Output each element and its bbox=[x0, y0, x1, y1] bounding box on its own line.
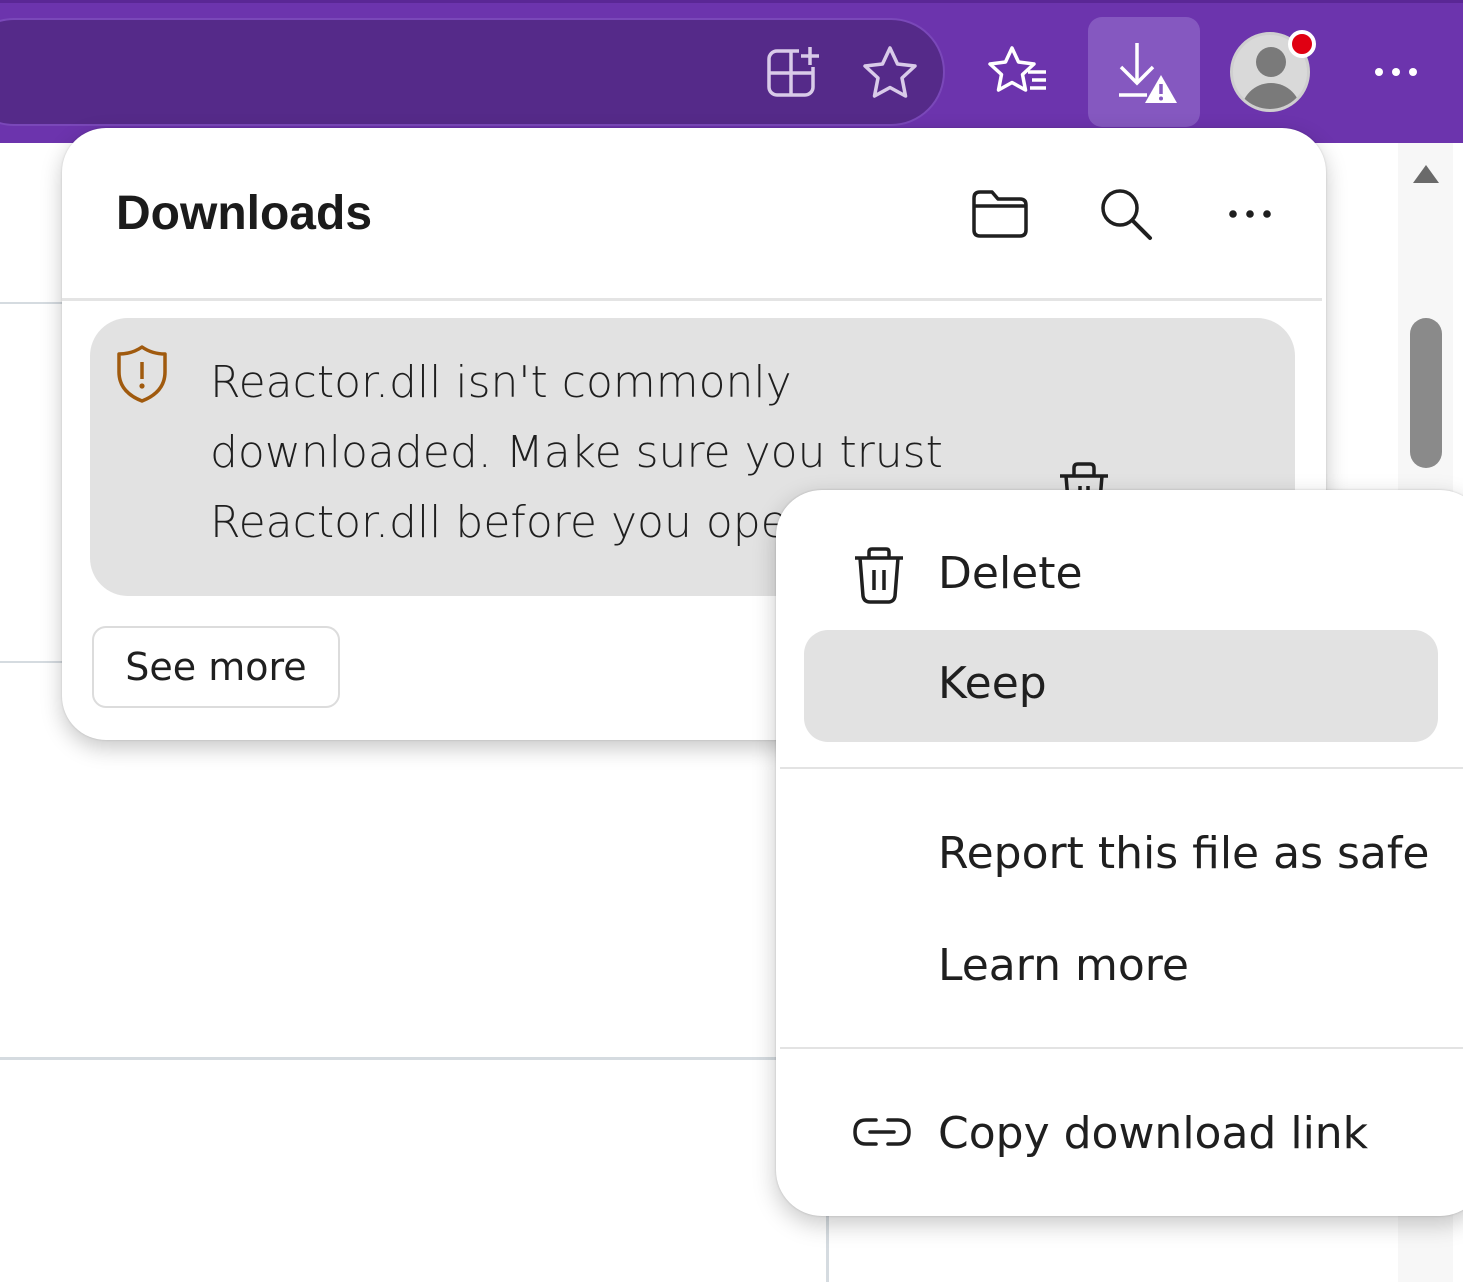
more-horizontal-icon[interactable] bbox=[1372, 62, 1422, 82]
browser-toolbar bbox=[0, 0, 1463, 143]
download-context-menu: Delete Keep Report this file as safe Lea… bbox=[776, 490, 1463, 1216]
menu-separator bbox=[780, 767, 1463, 769]
download-warning-icon bbox=[1119, 43, 1177, 103]
page-divider bbox=[0, 302, 62, 304]
avatar-body-shape bbox=[1241, 83, 1301, 109]
open-folder-icon[interactable] bbox=[970, 188, 1030, 240]
warning-line: downloaded. Make sure you trust bbox=[210, 427, 943, 478]
panel-more-icon[interactable] bbox=[1226, 204, 1276, 224]
toolbar-top-border bbox=[0, 0, 1463, 3]
menu-item-keep[interactable]: Keep bbox=[804, 630, 1438, 742]
favorites-list-icon[interactable] bbox=[986, 44, 1050, 102]
menu-item-label: Copy download link bbox=[938, 1108, 1369, 1159]
add-split-tab-icon[interactable] bbox=[765, 45, 823, 101]
shield-warning-icon bbox=[116, 344, 168, 404]
menu-item-copy-link[interactable]: Copy download link bbox=[804, 1080, 1438, 1192]
menu-item-label: Delete bbox=[938, 548, 1083, 599]
avatar-head-shape bbox=[1256, 47, 1286, 77]
menu-item-learn-more[interactable]: Learn more bbox=[804, 912, 1438, 1024]
scroll-up-arrow-icon[interactable] bbox=[1413, 165, 1439, 183]
menu-item-label: Report this file as safe bbox=[938, 828, 1430, 879]
page-divider bbox=[826, 1212, 829, 1282]
warning-line: Reactor.dll isn't commonly bbox=[210, 357, 792, 408]
page-divider bbox=[0, 1057, 780, 1060]
see-more-button[interactable]: See more bbox=[92, 626, 340, 708]
menu-item-report-safe[interactable]: Report this file as safe bbox=[804, 800, 1438, 912]
panel-header-divider bbox=[62, 298, 1322, 301]
menu-item-label: Learn more bbox=[938, 940, 1189, 991]
downloads-button[interactable] bbox=[1088, 17, 1200, 127]
search-icon[interactable] bbox=[1098, 186, 1154, 242]
panel-title: Downloads bbox=[116, 187, 373, 240]
menu-item-delete[interactable]: Delete bbox=[804, 520, 1438, 632]
trash-icon bbox=[852, 546, 906, 617]
menu-item-label: Keep bbox=[938, 658, 1047, 709]
page-divider bbox=[0, 661, 62, 663]
favorite-star-icon[interactable] bbox=[860, 44, 920, 102]
link-icon bbox=[852, 1114, 912, 1165]
notification-dot bbox=[1288, 30, 1316, 58]
menu-separator bbox=[780, 1047, 1463, 1049]
scroll-thumb[interactable] bbox=[1410, 318, 1442, 468]
